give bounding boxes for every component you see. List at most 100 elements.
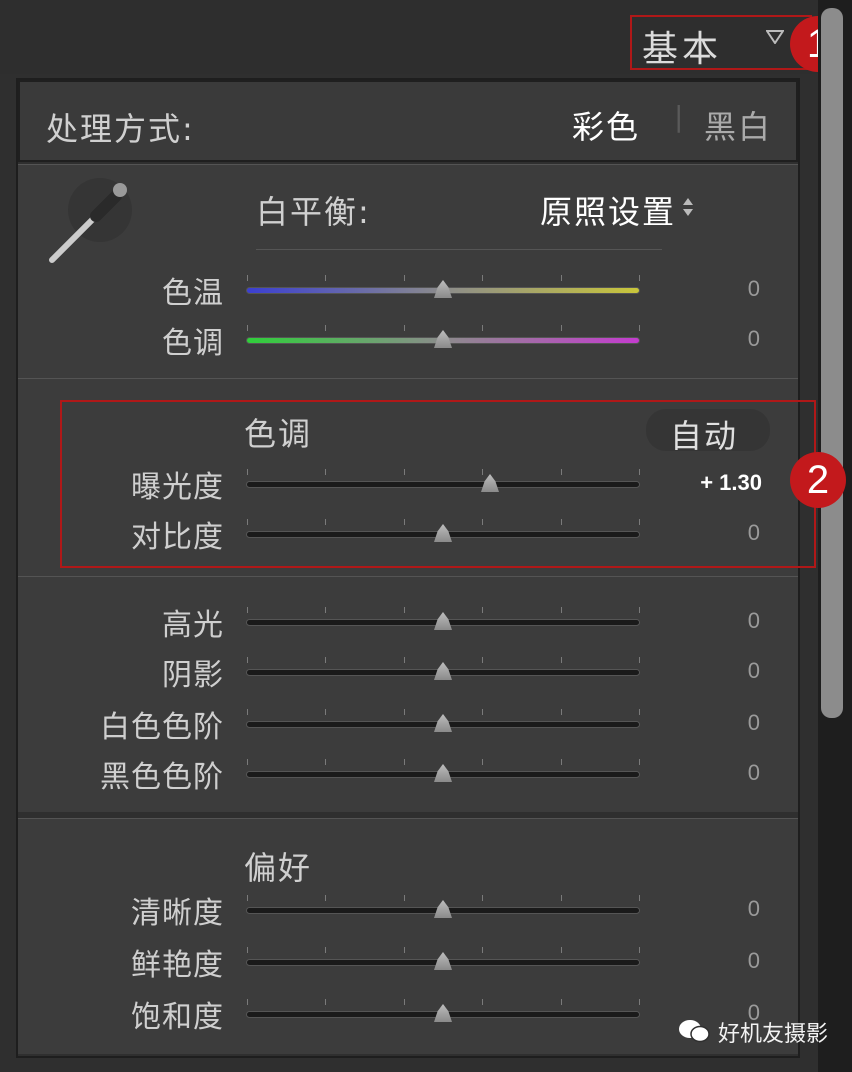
adjustment-slider[interactable]: [246, 895, 640, 918]
slider-label: 白色色阶: [100, 710, 224, 745]
slider-label: 饱和度: [131, 1000, 224, 1035]
slider-tick: [561, 657, 562, 663]
slider-label: 鲜艳度: [131, 948, 224, 983]
white-balance-label: 白平衡:: [256, 193, 371, 231]
slider-tick: [639, 947, 640, 953]
slider-tick: [639, 607, 640, 613]
slider-label: 色调: [162, 326, 224, 361]
slider-tick: [561, 709, 562, 715]
slider-tick: [482, 607, 483, 613]
slider-tick: [561, 469, 562, 475]
slider-value[interactable]: 0: [700, 948, 760, 974]
slider-tick: [247, 759, 248, 765]
slider-tick: [404, 759, 405, 765]
slider-tick: [639, 759, 640, 765]
eyedropper-icon[interactable]: [44, 176, 136, 268]
slider-tick: [482, 895, 483, 901]
slider-tick: [482, 275, 483, 281]
slider-tick: [404, 469, 405, 475]
slider-tick: [325, 275, 326, 281]
slider-tick: [404, 519, 405, 525]
adjustment-slider[interactable]: [246, 519, 640, 542]
slider-tick: [247, 607, 248, 613]
slider-tick: [639, 325, 640, 331]
adjustment-slider[interactable]: [246, 469, 640, 492]
slider-tick: [639, 519, 640, 525]
slider-tick: [247, 709, 248, 715]
presence-label: 偏好: [244, 849, 313, 887]
slider-tick: [561, 895, 562, 901]
slider-value[interactable]: 0: [700, 326, 760, 352]
slider-tick: [639, 469, 640, 475]
slider-value[interactable]: 0: [700, 608, 760, 634]
slider-tick: [404, 895, 405, 901]
annotation-box-1: [630, 15, 812, 70]
annotation-badge-2: 2: [790, 452, 846, 508]
scrollbar-thumb[interactable]: [821, 8, 843, 718]
slider-value[interactable]: + 1.30: [700, 470, 762, 496]
slider-tick: [404, 275, 405, 281]
white-balance-divider: [256, 249, 662, 250]
slider-tick: [247, 895, 248, 901]
slider-tick: [482, 999, 483, 1005]
slider-tick: [639, 275, 640, 281]
slider-tick: [482, 657, 483, 663]
adjustment-slider[interactable]: [246, 607, 640, 630]
slider-tick: [325, 519, 326, 525]
treatment-label: 处理方式:: [46, 110, 195, 148]
slider-tick: [247, 275, 248, 281]
slider-tick: [561, 607, 562, 613]
white-balance-preset[interactable]: 原照设置: [540, 187, 676, 233]
slider-tick: [404, 947, 405, 953]
slider-tick: [404, 325, 405, 331]
slider-label: 高光: [162, 608, 224, 643]
treatment-bw-option[interactable]: 黑白: [704, 102, 772, 148]
slider-tick: [247, 657, 248, 663]
slider-tick: [404, 657, 405, 663]
slider-label: 曝光度: [131, 470, 224, 505]
slider-label: 黑色色阶: [100, 760, 224, 795]
slider-tick: [325, 947, 326, 953]
up-down-arrows-icon[interactable]: [682, 197, 694, 217]
adjustment-slider[interactable]: [246, 325, 640, 348]
slider-tick: [482, 759, 483, 765]
slider-tick: [639, 895, 640, 901]
slider-tick: [325, 469, 326, 475]
slider-tick: [404, 607, 405, 613]
slider-tick: [482, 469, 483, 475]
slider-tick: [639, 999, 640, 1005]
slider-tick: [639, 657, 640, 663]
slider-tick: [482, 325, 483, 331]
develop-panel-window: 基本 1 处理方式: 彩色 | 黑白 白平衡: 原照设置 色调 自动: [0, 0, 852, 1072]
slider-tick: [482, 947, 483, 953]
adjustment-slider[interactable]: [246, 947, 640, 970]
slider-tick: [247, 999, 248, 1005]
slider-value[interactable]: 0: [700, 658, 760, 684]
slider-tick: [325, 657, 326, 663]
treatment-section: 处理方式: 彩色 | 黑白: [18, 80, 798, 162]
slider-tick: [325, 325, 326, 331]
adjustment-slider[interactable]: [246, 709, 640, 732]
slider-value[interactable]: 0: [700, 710, 760, 736]
adjustment-slider[interactable]: [246, 759, 640, 782]
slider-tick: [325, 759, 326, 765]
slider-value[interactable]: 0: [700, 276, 760, 302]
slider-value[interactable]: 0: [700, 896, 760, 922]
slider-label: 清晰度: [131, 896, 224, 931]
slider-tick: [482, 709, 483, 715]
adjustment-slider[interactable]: [246, 275, 640, 298]
slider-tick: [561, 519, 562, 525]
adjustment-slider[interactable]: [246, 657, 640, 680]
slider-tick: [247, 947, 248, 953]
slider-tick: [325, 895, 326, 901]
slider-track[interactable]: [246, 481, 640, 488]
slider-tick: [247, 325, 248, 331]
slider-tick: [325, 709, 326, 715]
slider-tick: [404, 709, 405, 715]
slider-tick: [561, 275, 562, 281]
slider-value[interactable]: 0: [700, 760, 760, 786]
slider-value[interactable]: 0: [700, 520, 760, 546]
slider-label: 阴影: [162, 658, 224, 693]
treatment-color-option[interactable]: 彩色: [572, 102, 640, 148]
adjustment-slider[interactable]: [246, 999, 640, 1022]
